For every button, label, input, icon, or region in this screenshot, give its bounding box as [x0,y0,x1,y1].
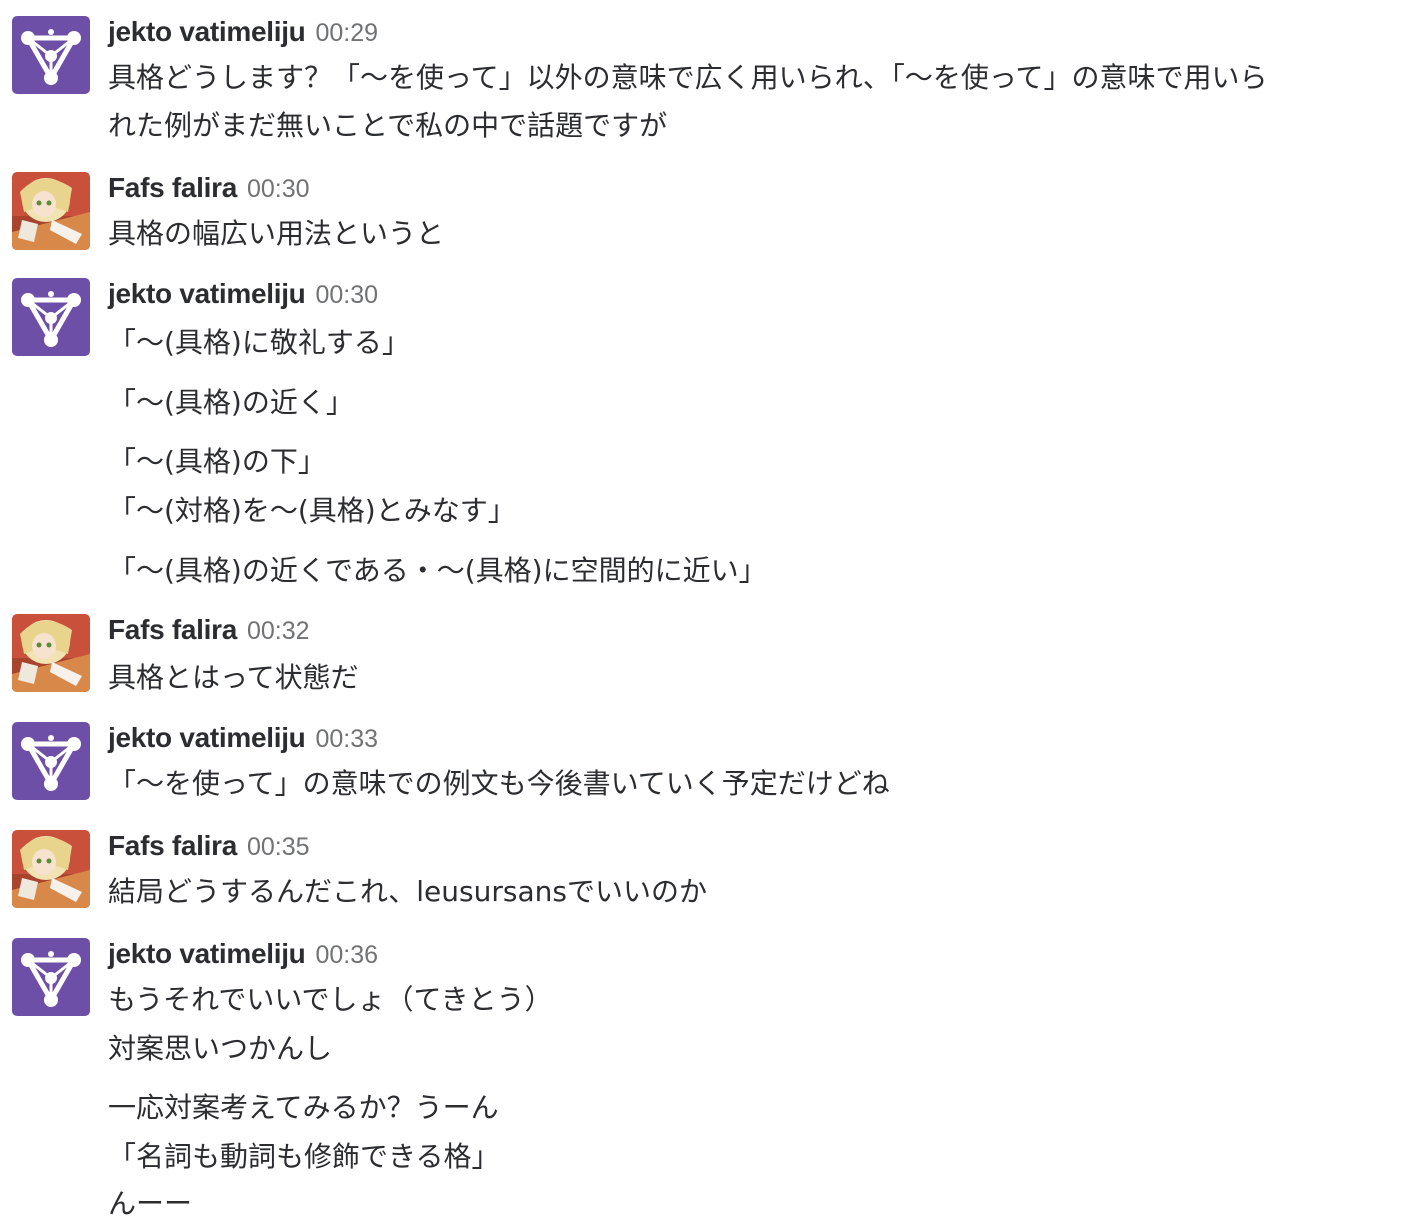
message-header: jekto vatimeliju 00:30 [108,278,378,314]
anime-portrait-icon [12,614,90,692]
avatar[interactable] [12,614,90,692]
message-text: 対案思いつかんし [108,1032,333,1065]
message-text: 「〜(具格)の近くである・〜(具格)に空間的に近い」 [108,554,767,587]
message-text: 具格の幅広い用法というと [108,217,445,250]
message-list: jekto vatimeliju 00:29 具格どうします？「〜を使って」以外の… [0,0,1408,1228]
anime-portrait-icon [12,830,90,908]
avatar[interactable] [12,278,90,356]
timestamp[interactable]: 00:30 [316,281,379,309]
avatar[interactable] [12,722,90,800]
author-name[interactable]: Fafs falira [108,830,237,861]
avatar[interactable] [12,938,90,1016]
message-text: 「〜(具格)の近く」 [108,386,354,419]
avatar[interactable] [12,830,90,908]
avatar[interactable] [12,16,90,94]
timestamp[interactable]: 00:29 [316,19,379,47]
message-text: 具格とはって状態だ [108,661,359,694]
message-text: 「〜を使って」の意味での例文も今後書いていく予定だけどね [108,767,890,800]
message-header: jekto vatimeliju 00:29 [108,16,378,52]
message-header: Fafs falira 00:32 [108,614,310,650]
timestamp[interactable]: 00:32 [247,617,310,645]
triangle-emblem-icon [12,938,90,1016]
message-text: 「〜(具格)に敬礼する」 [108,326,410,359]
message-text: れた例がまだ無いことで私の中で話題ですが [108,109,668,142]
message-header: jekto vatimeliju 00:36 [108,938,378,974]
author-name[interactable]: jekto vatimeliju [108,16,306,47]
message-header: jekto vatimeliju 00:33 [108,722,378,758]
message-text: 具格どうします？「〜を使って」以外の意味で広く用いられ、「〜を使って」の意味で用… [108,61,1268,94]
anime-portrait-icon [12,172,90,250]
timestamp[interactable]: 00:36 [316,941,379,969]
message-text: んーー [108,1187,193,1220]
message-text: 「〜(対格)を〜(具格)とみなす」 [108,494,516,527]
author-name[interactable]: jekto vatimeliju [108,938,306,969]
message-header: Fafs falira 00:30 [108,172,310,208]
triangle-emblem-icon [12,16,90,94]
message-text: 一応対案考えてみるか？うーん [108,1091,499,1124]
author-name[interactable]: Fafs falira [108,614,237,645]
message-header: Fafs falira 00:35 [108,830,310,866]
message-text: もうそれでいいでしょ（てきとう） [108,983,553,1016]
timestamp[interactable]: 00:30 [247,175,310,203]
author-name[interactable]: jekto vatimeliju [108,722,306,753]
timestamp[interactable]: 00:35 [247,833,310,861]
avatar[interactable] [12,172,90,250]
triangle-emblem-icon [12,722,90,800]
timestamp[interactable]: 00:33 [316,725,379,753]
author-name[interactable]: jekto vatimeliju [108,278,306,309]
triangle-emblem-icon [12,278,90,356]
message-text: 「〜(具格)の下」 [108,445,326,478]
author-name[interactable]: Fafs falira [108,172,237,203]
message-text: 「名詞も動詞も修飾できる格」 [108,1140,500,1173]
message-text: 結局どうするんだこれ、leusursansでいいのか [108,875,707,908]
